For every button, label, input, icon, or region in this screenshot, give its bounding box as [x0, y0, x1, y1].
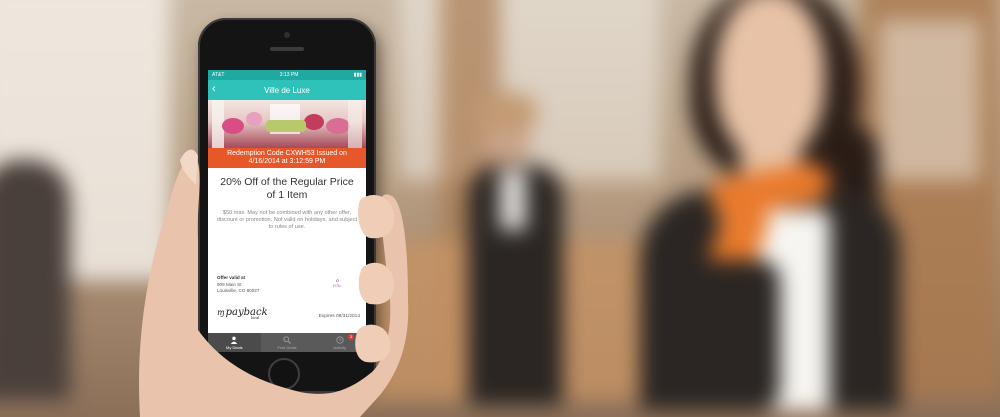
clock-icon — [336, 336, 344, 344]
front-camera — [284, 32, 290, 38]
earpiece-speaker — [270, 47, 304, 51]
chevron-left-icon[interactable]: ‹ — [212, 83, 216, 96]
merchant-logo: ✿ Ville — [332, 278, 342, 288]
expiration-date: Expires 08/31/2014 — [318, 314, 360, 319]
person-icon — [231, 336, 238, 344]
smartphone: AT&T 3:13 PM ▮▮▮ ‹ Ville de Luxe Redempt… — [198, 18, 376, 393]
deal-terms: $50 max. May not be combined with any ot… — [216, 210, 358, 230]
carrier-label: AT&T — [212, 72, 225, 78]
deal-details: 20% Off of the Regular Price of 1 Item $… — [208, 168, 366, 231]
nav-bar: ‹ Ville de Luxe — [208, 80, 366, 100]
location-city: Louisville, CO 80027 — [217, 288, 260, 293]
tab-activity[interactable]: 3 Activity — [313, 333, 366, 352]
search-icon — [283, 336, 291, 344]
activity-badge: 3 — [348, 334, 355, 340]
tab-find-deals[interactable]: Find Deals — [261, 333, 314, 352]
page-title: Ville de Luxe — [264, 85, 310, 95]
cafe-background — [0, 0, 1000, 417]
background-blur — [0, 0, 1000, 417]
battery-icon: ▮▮▮ — [353, 72, 362, 78]
status-bar: AT&T 3:13 PM ▮▮▮ — [208, 70, 366, 80]
clock-label: 3:13 PM — [279, 72, 299, 78]
home-button[interactable] — [268, 358, 300, 390]
offer-location: Offer valid at 909 Main St Louisville, C… — [217, 275, 259, 295]
redemption-banner: Redemption Code CXWH53 Issued on 4/16/20… — [208, 148, 366, 168]
tab-bar: My Deals Find Deals 3 Activity — [208, 333, 366, 352]
deal-title: 20% Off of the Regular Price of 1 Item — [220, 176, 354, 201]
tab-my-deals[interactable]: My Deals — [208, 333, 261, 352]
app-screen: AT&T 3:13 PM ▮▮▮ ‹ Ville de Luxe Redempt… — [208, 70, 366, 352]
store-photo — [208, 100, 366, 148]
payback-logo: ɱpayback local — [217, 307, 268, 320]
